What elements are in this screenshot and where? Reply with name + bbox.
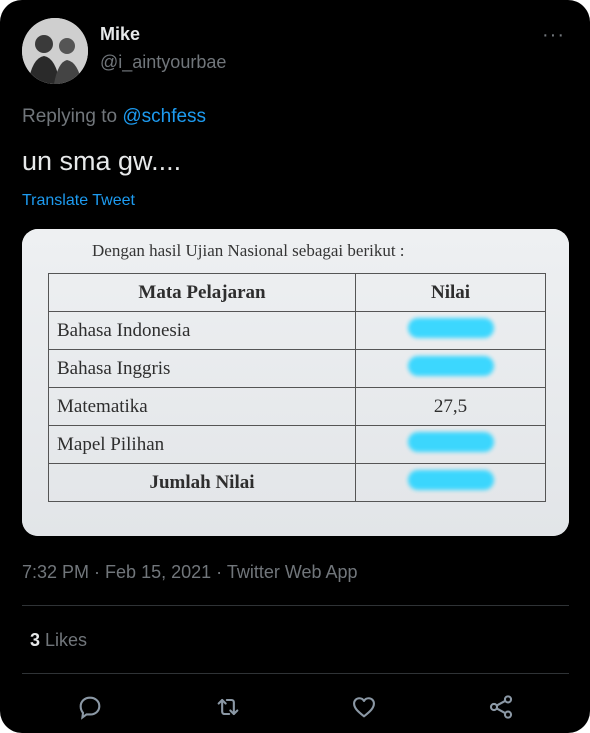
divider: [22, 605, 569, 606]
replying-to-label: Replying to: [22, 106, 123, 127]
subject-cell: Bahasa Inggris: [48, 349, 356, 388]
score-cell: [355, 349, 546, 388]
translate-tweet-link[interactable]: Translate Tweet: [22, 192, 135, 210]
redaction-mark: [407, 317, 494, 338]
table-row: Mapel Pilihan: [48, 425, 546, 464]
table-row: Bahasa Indonesia: [48, 311, 546, 350]
more-options-icon[interactable]: ···: [542, 24, 565, 47]
score-cell: [355, 425, 546, 464]
table-header-score: Nilai: [355, 273, 546, 312]
subject-cell: Bahasa Indonesia: [48, 311, 356, 350]
divider: [22, 673, 569, 674]
tweet-time[interactable]: 7:32 PM: [22, 562, 89, 582]
photo-content: Dengan hasil Ujian Nasional sebagai beri…: [22, 229, 569, 536]
table-row: Matematika 27,5: [48, 387, 546, 426]
score-cell: 27,5: [355, 387, 546, 426]
tweet-text: un sma gw....: [22, 146, 182, 176]
table-header-row: Mata Pelajaran Nilai: [48, 273, 546, 312]
share-icon[interactable]: [487, 693, 515, 721]
retweet-icon[interactable]: [214, 693, 242, 721]
redaction-mark: [407, 431, 494, 452]
like-icon[interactable]: [350, 693, 378, 721]
score-table: Mata Pelajaran Nilai Bahasa Indonesia Ba…: [48, 273, 546, 502]
meta-separator: ·: [211, 562, 227, 582]
total-label-cell: Jumlah Nilai: [48, 463, 356, 502]
meta-separator: ·: [89, 562, 106, 582]
tweet-photo[interactable]: Dengan hasil Ujian Nasional sebagai beri…: [22, 229, 569, 536]
redaction-mark: [407, 355, 494, 376]
table-total-row: Jumlah Nilai: [48, 463, 546, 502]
photo-caption: Dengan hasil Ujian Nasional sebagai beri…: [92, 241, 405, 260]
likes-label: Likes: [40, 630, 88, 650]
author-name[interactable]: Mike: [100, 24, 140, 45]
reply-mention-link[interactable]: @schfess: [122, 106, 206, 127]
score-cell: [355, 311, 546, 350]
redaction-mark: [407, 469, 494, 490]
likes-count: 3: [30, 630, 41, 650]
tweet-date[interactable]: Feb 15, 2021: [105, 562, 211, 582]
tweet-card: Mike @i_aintyourbae ··· Replying to @sch…: [0, 0, 590, 733]
likes-stat[interactable]: 3 Likes: [30, 630, 87, 651]
table-header-subject: Mata Pelajaran: [48, 273, 356, 312]
replying-to: Replying to @schfess: [22, 106, 206, 128]
subject-cell: Matematika: [48, 387, 356, 426]
total-score-cell: [355, 463, 546, 502]
avatar[interactable]: [22, 18, 88, 84]
tweet-source[interactable]: Twitter Web App: [227, 562, 358, 582]
subject-cell: Mapel Pilihan: [48, 425, 356, 464]
table-row: Bahasa Inggris: [48, 349, 546, 388]
tweet-meta: 7:32 PM · Feb 15, 2021 · Twitter Web App: [22, 562, 358, 583]
author-handle[interactable]: @i_aintyourbae: [100, 52, 226, 73]
reply-icon[interactable]: [76, 693, 104, 721]
